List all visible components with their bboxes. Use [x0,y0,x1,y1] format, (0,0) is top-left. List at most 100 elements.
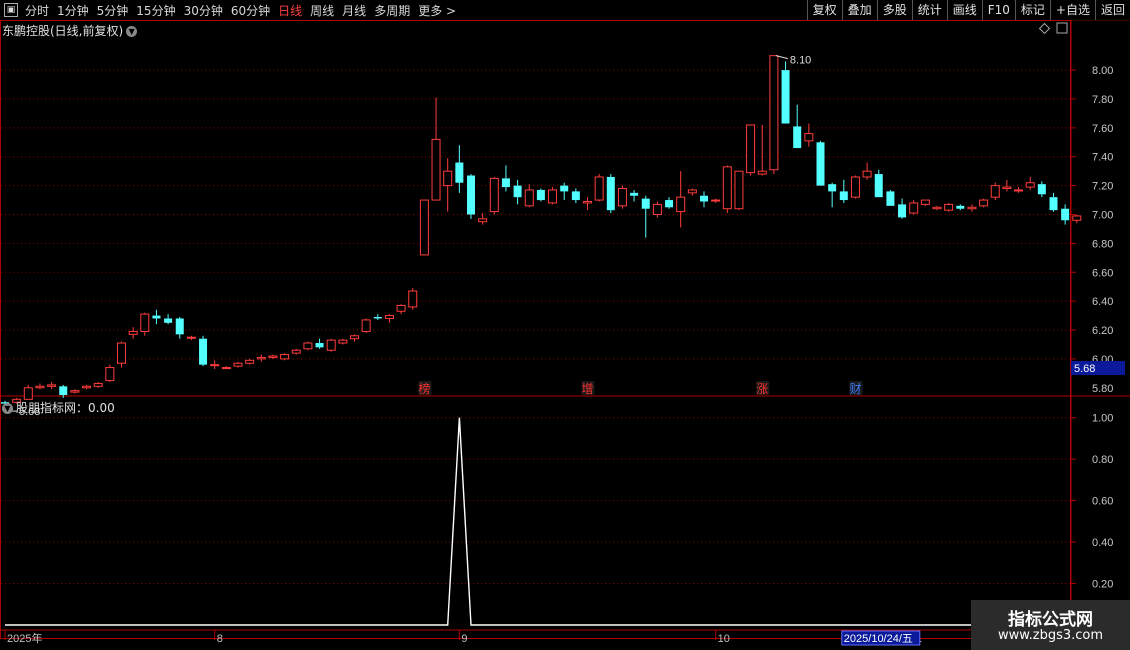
kline-chart: 6.006.206.406.606.807.007.207.407.607.80… [0,20,1130,650]
event-marker: 榜 [418,381,430,396]
candle-body [1061,208,1070,221]
candle-body [909,202,919,214]
candle [175,317,184,339]
candle [105,364,115,383]
candle [164,314,173,325]
candle-body [455,162,464,183]
candle-body [384,315,394,319]
y-tick-label: 7.20 [1092,181,1113,193]
candle [455,145,464,193]
candle [199,335,208,367]
candle [338,338,348,345]
candle [1049,192,1058,212]
candle [571,188,580,203]
indicator-title: ▼ 股朋指标网：0.00 [2,399,115,416]
candle-body [804,133,814,142]
chevron-down-icon[interactable]: ▼ [126,26,138,37]
candle [280,353,290,361]
candle-body [93,382,103,387]
diamond-icon [1038,22,1051,35]
candle [956,204,965,211]
candle [1072,214,1082,224]
candle-body [245,359,255,364]
candle [850,175,860,199]
candle [990,182,1000,201]
candle [245,358,255,365]
candle [152,309,161,325]
stock-title: 东鹏控股(日线,前复权) [2,24,124,38]
candle [419,199,429,256]
candle-body [338,339,348,344]
candle [513,179,522,205]
candle-body [781,70,790,124]
candle [652,201,662,218]
candle [583,197,592,211]
candle [35,383,45,390]
candle-body [583,201,592,204]
candle-body [630,192,639,196]
candle [256,354,266,362]
event-marker: 涨 [756,381,768,396]
candle-body [1002,186,1012,190]
indicator-name-value: 股朋指标网：0.00 [16,401,115,415]
y-tick-label: 6.40 [1092,296,1113,308]
candle-body [932,206,942,210]
event-marker: 增 [582,382,594,396]
candle-body [560,185,569,192]
watermark: 指标公式网 www.zbgs3.com [971,600,1130,650]
candle-body [990,185,1000,198]
y-tick-label: 7.60 [1092,123,1113,135]
candle-body [128,330,138,335]
candle-body [687,189,697,194]
candle-body [478,218,488,223]
candle [315,338,324,349]
y-tick-label: 6.80 [1092,238,1113,250]
candle-body [361,319,371,332]
candle-body [199,338,208,365]
candle [221,366,231,370]
candle [384,314,394,323]
candle-body [140,313,150,332]
candle [746,124,756,176]
y-tick-label: 8.00 [1092,65,1113,77]
candle [117,341,126,368]
candle-body [676,196,686,213]
candle [303,341,313,351]
candle [536,188,545,202]
candle [793,104,802,149]
candle-body [746,124,756,174]
candle [781,61,790,124]
y-tick-label: 6.20 [1092,325,1113,337]
candle [909,200,919,215]
candle-body [408,290,418,308]
candle-body [303,342,313,350]
candle-body [769,55,779,171]
candle [932,205,942,211]
candle-body [606,176,615,211]
high-label: 8.10 [790,55,811,67]
y-tick-label-partial: 5.80 [1092,383,1113,395]
candle-body [920,199,930,205]
candle [186,335,196,341]
candle-body [117,342,126,364]
candle-body [70,390,80,393]
candle-body [652,203,662,215]
indicator-line [5,417,1077,626]
candle-body [396,304,406,312]
candle [1061,204,1070,225]
candle-body [1025,182,1035,188]
candle-body [722,166,732,210]
candle-body [874,174,883,198]
candle [210,360,220,370]
candle [665,197,674,209]
candle-body [594,176,604,201]
candle [443,158,453,212]
candle-body [419,199,429,256]
candle [70,389,80,394]
candle-body [1072,215,1082,221]
current-price-label: 5.68 [1074,363,1095,375]
chevron-down-icon[interactable]: ▼ [2,403,13,414]
candle-body [700,195,708,202]
candle [1025,176,1035,190]
indicator-y-tick-label: 0.40 [1092,537,1113,549]
